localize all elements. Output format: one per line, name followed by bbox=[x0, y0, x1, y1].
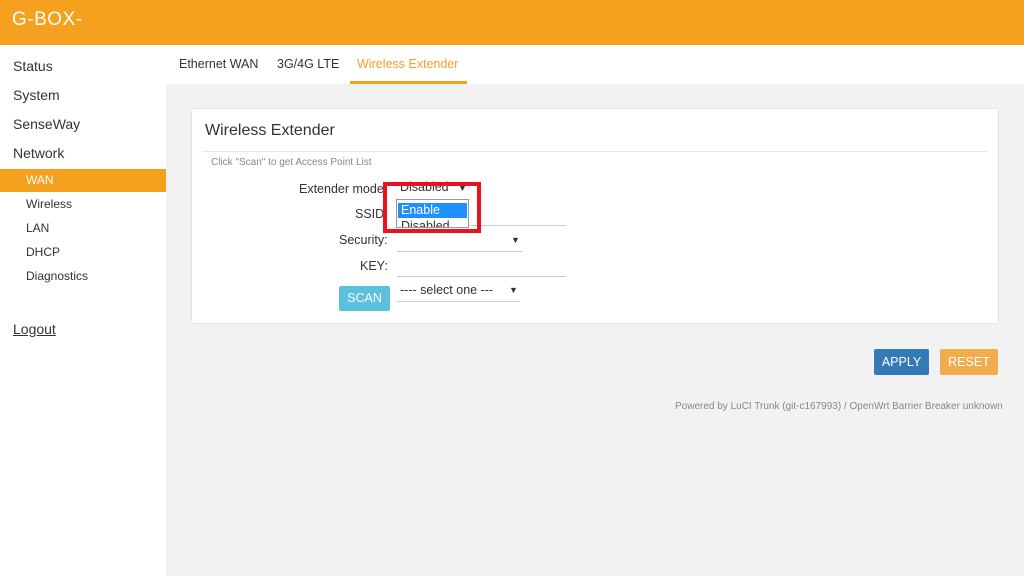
access-point-value: ---- select one --- bbox=[400, 283, 494, 297]
logout-link[interactable]: Logout bbox=[13, 321, 56, 337]
chevron-down-icon: ▼ bbox=[509, 285, 518, 295]
tab-3g-4g-lte[interactable]: 3G/4G LTE bbox=[277, 57, 339, 71]
active-tab-indicator bbox=[350, 81, 467, 84]
top-header: G-BOX- bbox=[0, 0, 1024, 45]
reset-button[interactable]: RESET bbox=[940, 349, 998, 375]
tab-wireless-extender[interactable]: Wireless Extender bbox=[357, 57, 458, 71]
wireless-extender-panel: Wireless Extender Click "Scan" to get Ac… bbox=[191, 108, 999, 324]
panel-divider bbox=[202, 151, 988, 152]
sidebar-item-dhcp[interactable]: DHCP bbox=[0, 241, 166, 264]
sidebar-item-network[interactable]: Network bbox=[13, 145, 64, 161]
sidebar-item-status[interactable]: Status bbox=[13, 58, 53, 74]
security-underline bbox=[397, 251, 522, 252]
chevron-down-icon: ▼ bbox=[511, 235, 520, 245]
sidebar-item-senseway[interactable]: SenseWay bbox=[13, 116, 80, 132]
sidebar-item-wan[interactable]: WAN bbox=[0, 169, 166, 192]
tab-bar: Ethernet WAN 3G/4G LTE Wireless Extender bbox=[166, 45, 1024, 84]
key-label: KEY: bbox=[360, 259, 388, 273]
sidebar: Status System SenseWay Network WAN Wirel… bbox=[0, 45, 166, 576]
key-input[interactable] bbox=[397, 276, 566, 277]
extender-mode-label: Extender mode: bbox=[299, 182, 388, 196]
security-label: Security: bbox=[339, 233, 388, 247]
sidebar-item-diagnostics[interactable]: Diagnostics bbox=[0, 265, 166, 288]
apply-button[interactable]: APPLY bbox=[874, 349, 929, 375]
scan-hint: Click "Scan" to get Access Point List bbox=[211, 157, 372, 168]
panel-title: Wireless Extender bbox=[205, 122, 335, 139]
sidebar-item-lan[interactable]: LAN bbox=[0, 217, 166, 240]
access-point-underline bbox=[397, 301, 520, 302]
highlight-box bbox=[383, 182, 481, 233]
tab-ethernet-wan[interactable]: Ethernet WAN bbox=[179, 57, 258, 71]
footer-text: Powered by LuCI Trunk (git-c167993) / Op… bbox=[675, 401, 1003, 412]
sidebar-item-system[interactable]: System bbox=[13, 87, 60, 103]
sidebar-item-wireless[interactable]: Wireless bbox=[0, 193, 166, 216]
scan-button[interactable]: SCAN bbox=[339, 286, 390, 311]
brand-logo: G-BOX- bbox=[12, 9, 83, 30]
